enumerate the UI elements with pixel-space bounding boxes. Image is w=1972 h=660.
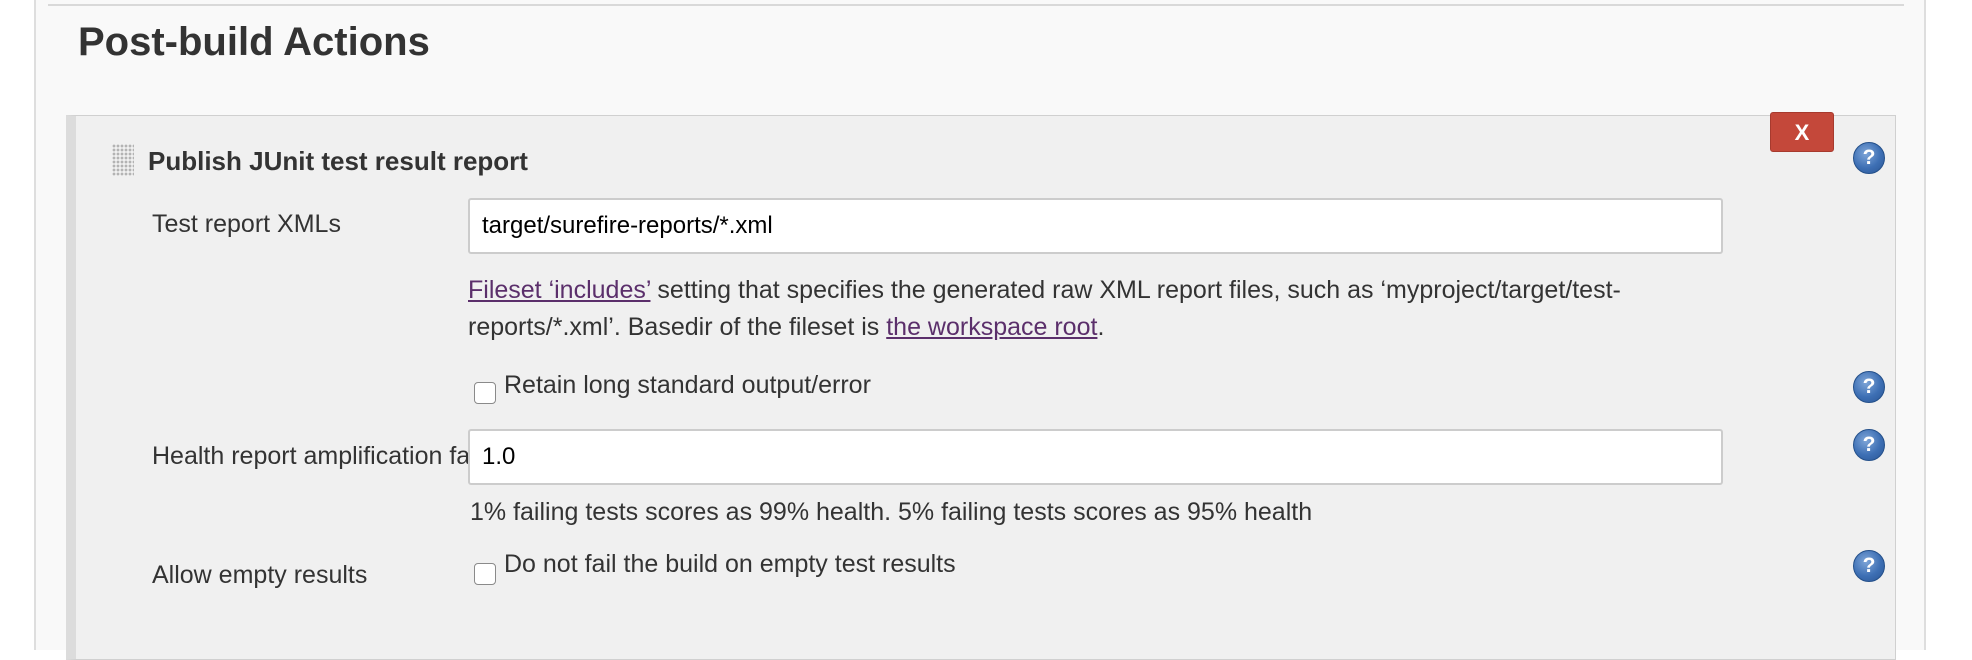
allow-empty-checkbox-label: Do not fail the build on empty test resu… <box>504 550 956 578</box>
junit-publisher-panel: Publish JUnit test result report X ? Tes… <box>66 112 1896 660</box>
drag-handle-icon[interactable] <box>112 144 134 176</box>
help-icon[interactable]: ? <box>1853 142 1885 174</box>
workspace-root-link[interactable]: the workspace root <box>886 313 1097 341</box>
fileset-includes-link[interactable]: Fileset ‘includes’ <box>468 276 650 304</box>
delete-step-button[interactable]: X <box>1770 112 1834 152</box>
section-title: Post-build Actions <box>78 20 430 64</box>
allow-empty-checkbox[interactable] <box>474 563 496 585</box>
panel-title: Publish JUnit test result report <box>148 146 528 176</box>
test-report-xmls-description: Fileset ‘includes’ setting that specifie… <box>468 272 1718 346</box>
description-end: . <box>1097 313 1105 341</box>
allow-empty-help-icon[interactable]: ? <box>1853 550 1885 582</box>
post-build-actions-section: Post-build Actions Publish JUnit test re… <box>34 0 1926 660</box>
retain-output-label: Retain long standard output/error <box>504 371 871 399</box>
retain-output-help-icon[interactable]: ? <box>1853 371 1885 403</box>
test-report-xmls-input[interactable] <box>468 198 1723 254</box>
section-divider <box>48 4 1904 6</box>
allow-empty-label: Allow empty results <box>152 561 368 589</box>
health-factor-input[interactable] <box>468 429 1723 485</box>
health-factor-description: 1% failing tests scores as 99% health. 5… <box>470 498 1313 526</box>
retain-output-checkbox[interactable] <box>474 382 496 404</box>
test-report-xmls-label: Test report XMLs <box>152 210 341 238</box>
health-factor-label: Health report amplification factor <box>152 442 512 470</box>
health-factor-help-icon[interactable]: ? <box>1853 429 1885 461</box>
